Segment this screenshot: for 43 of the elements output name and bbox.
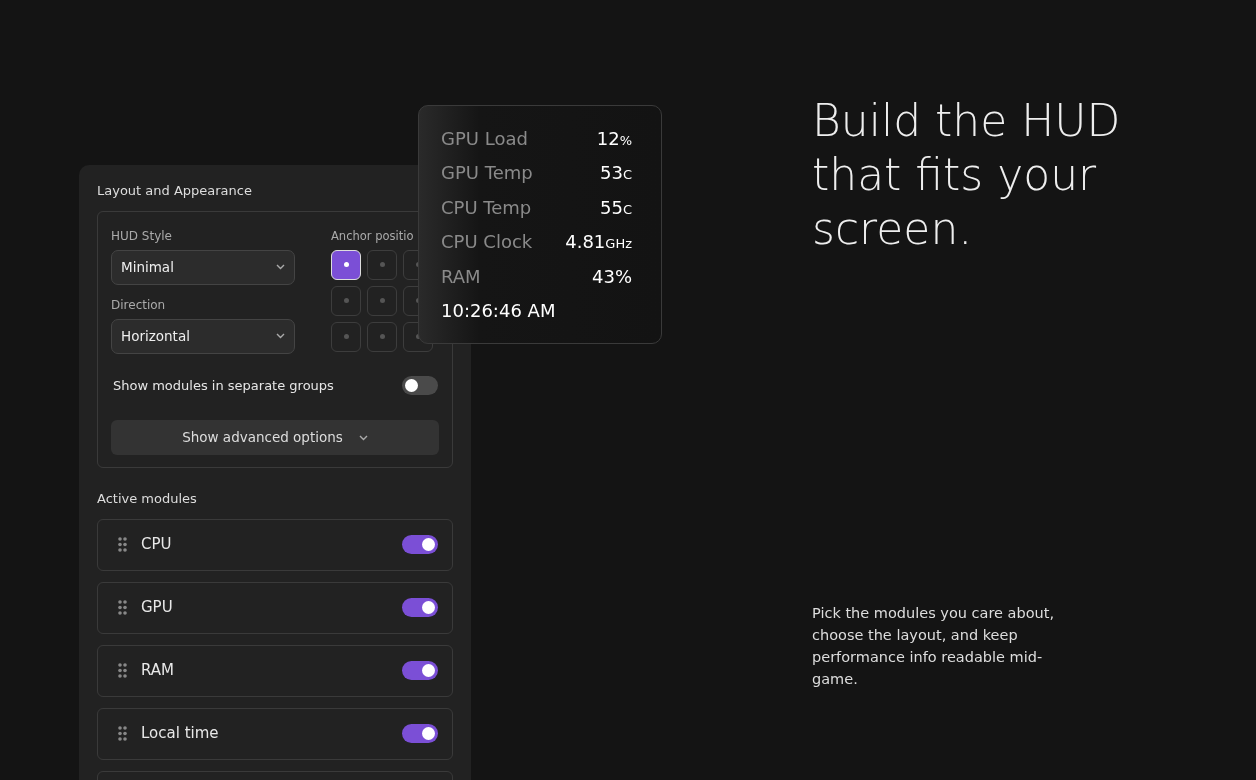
drag-handle-icon[interactable] bbox=[118, 537, 127, 552]
drag-handle-icon[interactable] bbox=[118, 600, 127, 615]
description: Pick the modules you care about, choose the layout, and keep performance info readable mid-game. bbox=[812, 604, 1056, 689]
metric-label: GPU Load bbox=[441, 127, 528, 151]
drag-handle-icon[interactable] bbox=[118, 663, 127, 678]
metric-value: 12% bbox=[596, 127, 632, 151]
metric-value: 43% bbox=[592, 264, 632, 289]
anchor-cell[interactable] bbox=[331, 321, 361, 352]
toggle-switch[interactable] bbox=[402, 535, 438, 554]
metric-value: 55C bbox=[600, 195, 632, 220]
toggle-label: Show modules in separate groups bbox=[113, 376, 334, 395]
module-name: CPU bbox=[141, 534, 173, 556]
section-title: Active modules bbox=[97, 490, 197, 508]
metric-value: 4.81GHz bbox=[565, 230, 632, 255]
module-name: Local time bbox=[141, 723, 220, 745]
field-label: Direction bbox=[111, 296, 166, 314]
module-name: RAM bbox=[141, 660, 176, 682]
advanced-options-button[interactable]: Show advanced options bbox=[111, 420, 439, 455]
toggle-switch[interactable] bbox=[402, 724, 438, 743]
toggle-switch[interactable] bbox=[402, 661, 438, 680]
metric-label: RAM bbox=[441, 264, 481, 289]
field-label: HUD Style bbox=[111, 227, 172, 245]
chevron-down-icon bbox=[276, 264, 285, 270]
anchor-cell[interactable] bbox=[331, 285, 361, 316]
field-label: Anchor positio bbox=[331, 227, 414, 245]
toggle-switch[interactable] bbox=[402, 598, 438, 617]
metric-label: CPU Clock bbox=[441, 230, 533, 255]
headline: Build the HUD that fits your screen. bbox=[812, 94, 1122, 256]
metric-value: 53C bbox=[600, 161, 632, 186]
module-name: GPU bbox=[141, 597, 174, 619]
metric-label: GPU Temp bbox=[441, 161, 533, 186]
drag-handle-icon[interactable] bbox=[118, 726, 127, 741]
anchor-cell[interactable] bbox=[367, 321, 397, 352]
dropdown[interactable]: Minimal bbox=[111, 249, 295, 285]
clock-time: 10:26:46 AM bbox=[441, 299, 556, 321]
anchor-cell[interactable] bbox=[367, 249, 397, 280]
toggle-switch[interactable] bbox=[402, 375, 438, 395]
section-title: Layout and Appearance bbox=[97, 182, 252, 200]
metric-label: CPU Temp bbox=[441, 195, 532, 220]
anchor-cell[interactable] bbox=[367, 285, 397, 316]
chevron-down-icon bbox=[358, 434, 368, 441]
dropdown[interactable]: Horizontal bbox=[111, 318, 295, 354]
chevron-down-icon bbox=[276, 333, 285, 339]
